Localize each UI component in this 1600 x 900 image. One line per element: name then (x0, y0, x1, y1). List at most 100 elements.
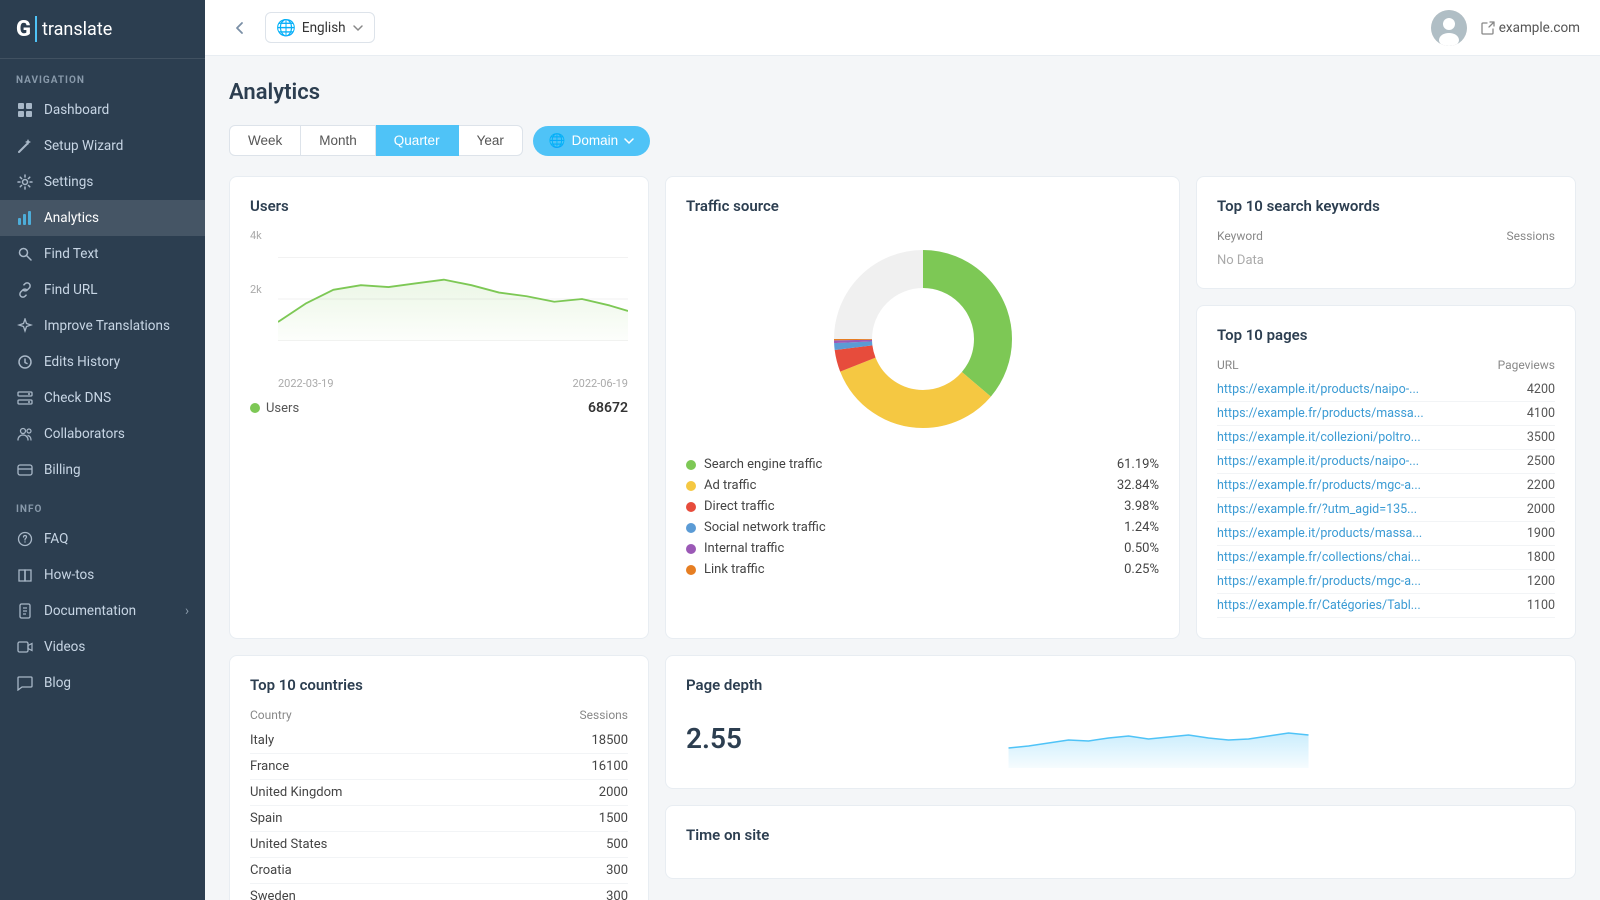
page-depth-value: 2.55 (686, 722, 742, 755)
chevron-down-icon (352, 22, 364, 34)
url-col-header: URL (1217, 358, 1239, 372)
chevron-down-icon (624, 136, 634, 146)
sidebar-item-how-tos[interactable]: How-tos (0, 557, 205, 593)
sidebar-item-dashboard[interactable]: Dashboard (0, 92, 205, 128)
page-link[interactable]: https://example.it/products/naipo-... (1217, 454, 1419, 469)
country-name: Sweden (250, 889, 296, 900)
page-link[interactable]: https://example.fr/collections/chai... (1217, 550, 1421, 565)
logo-g: G (16, 17, 30, 42)
sidebar-item-edits-history[interactable]: Edits History (0, 344, 205, 380)
traffic-title: Traffic source (686, 197, 1159, 215)
grid-icon (16, 101, 34, 119)
language-selector[interactable]: 🌐 English (265, 12, 375, 43)
time-on-site-card: Time on site (665, 805, 1576, 879)
country-row: Sweden 300 (250, 884, 628, 900)
sidebar-item-label: Blog (44, 675, 71, 691)
users-legend-value: 68672 (588, 400, 628, 416)
page-link[interactable]: https://example.fr/products/mgc-a... (1217, 478, 1421, 493)
traffic-legend-row: Search engine traffic 61.19% (686, 457, 1159, 472)
sidebar-item-find-text[interactable]: Find Text (0, 236, 205, 272)
topbar: 🌐 English example.com (205, 0, 1600, 56)
sidebar-item-label: Dashboard (44, 102, 109, 118)
doc-icon (16, 602, 34, 620)
page-link[interactable]: https://example.it/products/massa... (1217, 526, 1422, 541)
country-row: Italy18500 (250, 728, 628, 754)
bottom-row: Top 10 countries Country Sessions Italy1… (229, 655, 1576, 900)
page-link[interactable]: https://example.it/products/naipo-... (1217, 382, 1419, 397)
keywords-no-data: No Data (1217, 253, 1555, 268)
tl-label: Link traffic (704, 562, 765, 577)
page-views: 2000 (1527, 502, 1555, 517)
chat-icon (16, 674, 34, 692)
topbar-right: example.com (1431, 10, 1580, 46)
sidebar-item-faq[interactable]: FAQ (0, 521, 205, 557)
country-sessions: 300 (606, 889, 628, 900)
week-button[interactable]: Week (229, 125, 301, 156)
sidebar-item-label: Improve Translations (44, 318, 170, 334)
sidebar-item-label: Setup Wizard (44, 138, 123, 154)
chart-icon (16, 209, 34, 227)
month-button[interactable]: Month (301, 125, 376, 156)
domain-filter-button[interactable]: 🌐 Domain (533, 126, 650, 156)
page-views: 1900 (1527, 526, 1555, 541)
sidebar-item-setup-wizard[interactable]: Setup Wizard (0, 128, 205, 164)
search-icon (16, 245, 34, 263)
video-icon (16, 638, 34, 656)
page-link[interactable]: https://example.fr/products/massa... (1217, 406, 1424, 421)
pages-header: URL Pageviews (1217, 358, 1555, 372)
wand-icon (16, 137, 34, 155)
page-row: https://example.fr/products/mgc-a... 1200 (1217, 570, 1555, 594)
page-link[interactable]: https://example.fr/?utm_agid=135... (1217, 502, 1417, 517)
sidebar-item-label: Videos (44, 639, 85, 655)
sidebar-item-find-url[interactable]: Find URL (0, 272, 205, 308)
quarter-button[interactable]: Quarter (376, 125, 459, 156)
page-views: 1800 (1527, 550, 1555, 565)
sidebar-item-label: Check DNS (44, 390, 111, 406)
sidebar-item-improve-translations[interactable]: Improve Translations (0, 308, 205, 344)
tl-value: 0.25% (1124, 562, 1159, 577)
country-sessions: 16100 (591, 759, 628, 774)
page-views: 1200 (1527, 574, 1555, 589)
info-section-label: INFO (0, 488, 205, 521)
sidebar-item-videos[interactable]: Videos (0, 629, 205, 665)
question-icon (16, 530, 34, 548)
page-link[interactable]: https://example.fr/Catégories/Tabl... (1217, 598, 1421, 613)
country-row: United Kingdom2000 (250, 780, 628, 806)
period-bar: Week Month Quarter Year 🌐 Domain (229, 125, 1576, 156)
sidebar-item-settings[interactable]: Settings (0, 164, 205, 200)
sidebar-item-collaborators[interactable]: Collaborators (0, 416, 205, 452)
pages-list: https://example.it/products/naipo-...420… (1217, 378, 1555, 618)
sidebar-item-billing[interactable]: Billing (0, 452, 205, 488)
traffic-legend-row: Direct traffic 3.98% (686, 499, 1159, 514)
page-link[interactable]: https://example.it/collezioni/poltro... (1217, 430, 1421, 445)
country-row: Spain 1500 (250, 806, 628, 832)
tl-label: Internal traffic (704, 541, 784, 556)
tl-value: 61.19% (1117, 457, 1159, 472)
sidebar-item-check-dns[interactable]: Check DNS (0, 380, 205, 416)
country-sessions: 1500 (599, 811, 628, 826)
sidebar-item-documentation[interactable]: Documentation › (0, 593, 205, 629)
countries-header: Country Sessions (250, 708, 628, 722)
traffic-source-card: Traffic source (665, 176, 1180, 639)
page-link[interactable]: https://example.fr/products/mgc-a... (1217, 574, 1421, 589)
back-button[interactable] (225, 14, 253, 42)
country-col-header: Country (250, 708, 292, 722)
donut-chart-wrapper (686, 239, 1159, 439)
country-name: Spain (250, 811, 282, 826)
users-line-chart (278, 229, 628, 369)
sidebar-item-blog[interactable]: Blog (0, 665, 205, 701)
sidebar-item-analytics[interactable]: Analytics (0, 200, 205, 236)
tl-value: 3.98% (1124, 499, 1159, 514)
tl-label: Search engine traffic (704, 457, 822, 472)
page-row: https://example.fr/products/massa...4100 (1217, 402, 1555, 426)
sessions-col-header: Sessions (1507, 229, 1555, 243)
country-sessions: 18500 (591, 733, 628, 748)
year-button[interactable]: Year (459, 125, 523, 156)
avatar (1431, 10, 1467, 46)
sidebar-item-label: Analytics (44, 210, 99, 226)
keywords-header: Keyword Sessions (1217, 229, 1555, 243)
tl-value: 32.84% (1117, 478, 1159, 493)
page-row: https://example.it/products/naipo-...420… (1217, 378, 1555, 402)
sidebar-item-label: Collaborators (44, 426, 125, 442)
clock-icon (16, 353, 34, 371)
